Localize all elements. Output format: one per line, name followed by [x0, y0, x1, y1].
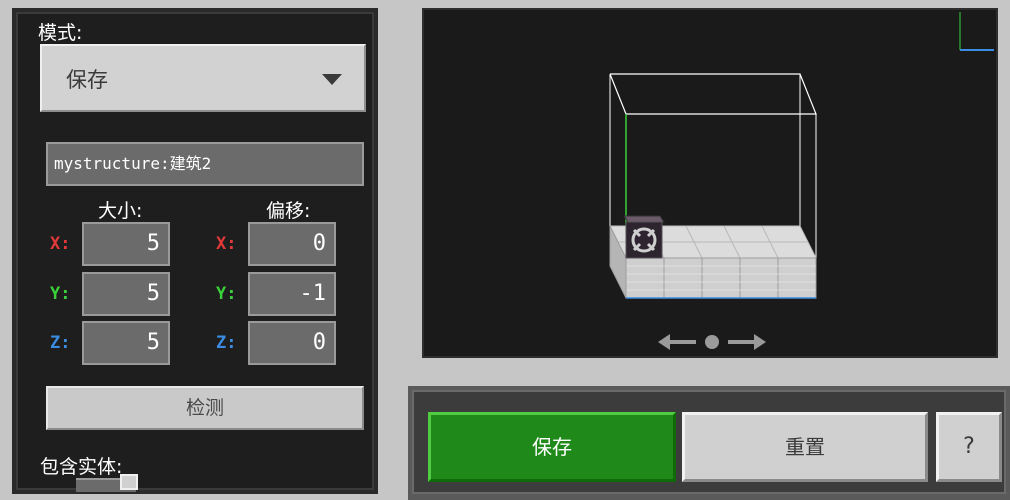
structure-block-icon — [623, 215, 665, 259]
structure-preview-panel — [408, 0, 1010, 372]
offset-x-input[interactable]: 0 — [248, 222, 336, 266]
mode-dropdown[interactable]: 保存 — [40, 44, 366, 112]
offset-z-input[interactable]: 0 — [248, 321, 336, 365]
detect-button[interactable]: 检测 — [46, 386, 364, 430]
include-entities-toggle-knob[interactable] — [120, 474, 138, 490]
rotate-arrows-icon — [658, 334, 766, 350]
mode-dropdown-value: 保存 — [66, 68, 108, 92]
action-button-bar-inner: 保存 重置 ? — [412, 390, 1006, 494]
offset-y-label: Y: — [216, 284, 237, 304]
structure-name-input[interactable]: mystructure:建筑2 — [46, 142, 364, 186]
block-slab-front — [625, 257, 817, 299]
size-x-label: X: — [50, 234, 71, 254]
size-z-label: Z: — [50, 333, 71, 353]
mode-label: 模式: — [38, 22, 83, 44]
structure-preview-viewport[interactable] — [422, 8, 998, 358]
chevron-down-icon — [322, 74, 342, 85]
size-y-label: Y: — [50, 284, 71, 304]
offset-heading: 偏移: — [266, 200, 311, 222]
save-button[interactable]: 保存 — [428, 412, 676, 482]
action-button-bar: 保存 重置 ? — [408, 386, 1010, 500]
size-heading: 大小: — [98, 200, 143, 222]
structure-preview-render — [609, 12, 994, 350]
offset-x-label: X: — [216, 234, 237, 254]
offset-z-label: Z: — [216, 333, 237, 353]
structure-settings-panel: 模式: 保存 mystructure:建筑2 大小: 偏移: X: 5 Y: 5… — [12, 8, 378, 494]
bounding-box-top — [609, 73, 817, 115]
size-y-input[interactable]: 5 — [82, 272, 170, 316]
size-z-input[interactable]: 5 — [82, 321, 170, 365]
size-x-input[interactable]: 5 — [82, 222, 170, 266]
offset-y-input[interactable]: -1 — [248, 272, 336, 316]
include-entities-label: 包含实体: — [40, 456, 123, 478]
help-button[interactable]: ? — [936, 412, 1002, 482]
reset-button[interactable]: 重置 — [682, 412, 928, 482]
